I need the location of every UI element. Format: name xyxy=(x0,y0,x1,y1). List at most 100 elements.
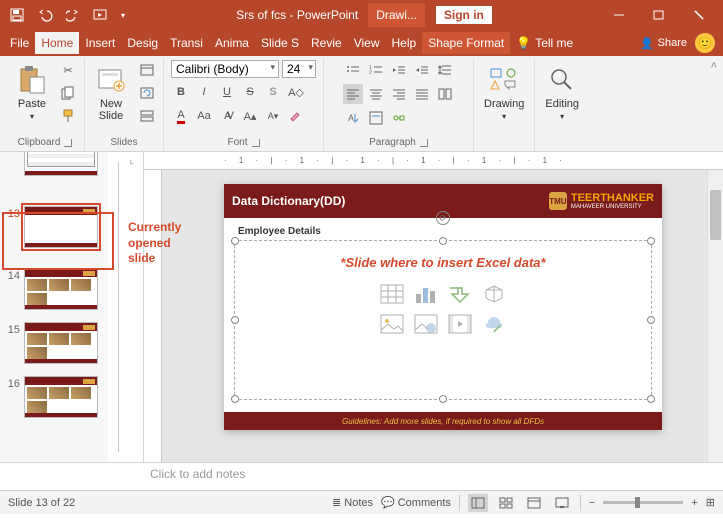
copy-button[interactable] xyxy=(58,83,78,103)
notes-toggle[interactable]: ≣ Notes xyxy=(332,496,373,509)
content-placeholder[interactable]: *Slide where to insert Excel data* xyxy=(234,240,652,400)
thumb-14[interactable]: 14 xyxy=(4,268,108,310)
resize-handle[interactable] xyxy=(231,395,239,403)
line-spacing-button[interactable] xyxy=(435,60,455,80)
zoom-thumb[interactable] xyxy=(635,497,640,508)
resize-handle[interactable] xyxy=(231,316,239,324)
align-text-button[interactable] xyxy=(366,108,386,128)
zoom-out-button[interactable]: − xyxy=(589,497,595,509)
zoom-slider[interactable] xyxy=(603,501,683,504)
insert-smartart-icon[interactable] xyxy=(446,282,474,306)
rotate-handle-icon[interactable]: ⟳ xyxy=(436,211,450,225)
insert-table-icon[interactable] xyxy=(378,282,406,306)
tab-animations[interactable]: Anima xyxy=(209,32,255,54)
tab-home[interactable]: Home xyxy=(35,32,79,54)
editing-button[interactable]: Editing ▾ xyxy=(541,60,583,125)
bullets-button[interactable] xyxy=(343,60,363,80)
tab-shape-format[interactable]: Shape Format xyxy=(422,32,510,54)
undo-icon[interactable] xyxy=(32,2,58,28)
section-button[interactable] xyxy=(137,106,157,126)
font-name-select[interactable]: Calibri (Body) xyxy=(171,60,279,78)
thumb-12[interactable]: 12 xyxy=(4,152,108,176)
resize-handle[interactable] xyxy=(647,395,655,403)
insert-video-icon[interactable] xyxy=(446,312,474,336)
character-spacing-button[interactable]: AV xyxy=(217,106,237,126)
align-left-button[interactable] xyxy=(343,84,363,104)
format-painter-button[interactable] xyxy=(58,106,78,126)
layout-button[interactable] xyxy=(137,60,157,80)
sorter-view-button[interactable] xyxy=(496,494,516,512)
italic-button[interactable]: I xyxy=(194,82,214,102)
tab-insert[interactable]: Insert xyxy=(79,32,121,54)
new-slide-button[interactable]: New Slide xyxy=(91,60,131,126)
zoom-in-button[interactable]: + xyxy=(691,497,697,509)
paste-button[interactable]: Paste ▾ xyxy=(12,60,52,126)
fit-to-window-button[interactable]: ⊞ xyxy=(706,496,715,509)
qat-more-icon[interactable]: ▾ xyxy=(116,2,130,28)
notes-pane[interactable]: Click to add notes xyxy=(0,462,723,490)
insert-chart-icon[interactable] xyxy=(412,282,440,306)
vertical-scrollbar[interactable] xyxy=(707,170,723,462)
thumb-15[interactable]: 15 xyxy=(4,322,108,364)
tab-help[interactable]: Help xyxy=(386,32,423,54)
share-button[interactable]: 👤Share xyxy=(640,37,687,50)
tab-slideshow[interactable]: Slide S xyxy=(255,32,305,54)
change-case-button[interactable]: Aa xyxy=(194,106,214,126)
drawing-button[interactable]: Drawing ▾ xyxy=(480,60,528,125)
dialog-launcher-icon[interactable] xyxy=(64,139,72,147)
start-from-beginning-icon[interactable] xyxy=(88,2,114,28)
shadow-button[interactable]: S xyxy=(263,82,283,102)
sign-in-button[interactable]: Sign in xyxy=(435,5,493,25)
decrease-indent-button[interactable] xyxy=(389,60,409,80)
cut-button[interactable]: ✂ xyxy=(58,60,78,80)
highlight-button[interactable] xyxy=(286,106,306,126)
normal-view-button[interactable] xyxy=(468,494,488,512)
justify-button[interactable] xyxy=(412,84,432,104)
slide-canvas[interactable]: Data Dictionary(DD) TMU TEERTHANKERMAHAV… xyxy=(224,184,662,430)
resize-handle[interactable] xyxy=(439,237,447,245)
tab-review[interactable]: Revie xyxy=(305,32,348,54)
tab-file[interactable]: File xyxy=(4,32,35,54)
minimize-button[interactable] xyxy=(599,0,639,30)
thumb-16[interactable]: 16 xyxy=(4,376,108,418)
maximize-button[interactable] xyxy=(639,0,679,30)
insert-picture-icon[interactable] xyxy=(378,312,406,336)
reset-button[interactable] xyxy=(137,83,157,103)
dialog-launcher-icon[interactable] xyxy=(252,139,260,147)
smartart-button[interactable] xyxy=(389,108,409,128)
tab-view[interactable]: View xyxy=(348,32,386,54)
underline-button[interactable]: U xyxy=(217,82,237,102)
scrollbar-thumb[interactable] xyxy=(710,190,721,240)
dialog-launcher-icon[interactable] xyxy=(420,139,428,147)
slide-editor[interactable]: · 1 · | · 1 · | · 1 · | · 1 · | · 1 · | … xyxy=(144,152,723,462)
decrease-font-button[interactable]: A▾ xyxy=(263,106,283,126)
resize-handle[interactable] xyxy=(647,316,655,324)
tab-transitions[interactable]: Transi xyxy=(164,32,209,54)
font-color-button[interactable]: A xyxy=(171,106,191,126)
text-direction-button[interactable]: A xyxy=(343,108,363,128)
increase-font-button[interactable]: A▴ xyxy=(240,106,260,126)
insert-3d-icon[interactable] xyxy=(480,282,508,306)
strikethrough-button[interactable]: S xyxy=(240,82,260,102)
save-icon[interactable] xyxy=(4,2,30,28)
insert-online-picture-icon[interactable] xyxy=(412,312,440,336)
font-size-select[interactable]: 24 xyxy=(282,60,316,78)
thumbnail-pane[interactable]: 12 13 14 15 16 xyxy=(0,152,108,462)
bold-button[interactable]: B xyxy=(171,82,191,102)
insert-icon-icon[interactable] xyxy=(480,312,508,336)
close-button[interactable] xyxy=(679,0,719,30)
increase-indent-button[interactable] xyxy=(412,60,432,80)
collapse-ribbon-icon[interactable]: ˄ xyxy=(711,60,717,72)
numbering-button[interactable]: 12 xyxy=(366,60,386,80)
columns-button[interactable] xyxy=(435,84,455,104)
align-right-button[interactable] xyxy=(389,84,409,104)
redo-icon[interactable] xyxy=(60,2,86,28)
resize-handle[interactable] xyxy=(231,237,239,245)
feedback-face-icon[interactable]: 🙂 xyxy=(695,33,715,53)
reading-view-button[interactable] xyxy=(524,494,544,512)
comments-toggle[interactable]: 💬 Comments xyxy=(381,496,451,509)
tab-design[interactable]: Desig xyxy=(121,32,164,54)
resize-handle[interactable] xyxy=(439,395,447,403)
clear-formatting-button[interactable]: A◇ xyxy=(286,82,306,102)
resize-handle[interactable] xyxy=(647,237,655,245)
